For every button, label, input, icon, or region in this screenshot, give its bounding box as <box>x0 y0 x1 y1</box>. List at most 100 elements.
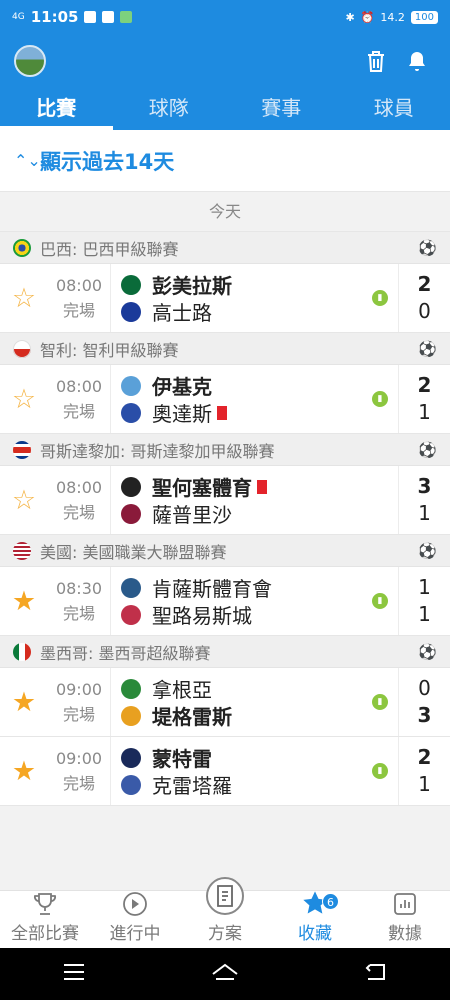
away-score: 1 <box>418 602 431 626</box>
team-name: 肯薩斯體育會 <box>152 577 272 601</box>
stats-icon[interactable]: ▮ <box>372 391 388 407</box>
menu-icon[interactable] <box>62 963 86 985</box>
home-score: 0 <box>418 676 431 700</box>
tab-competitions[interactable]: 賽事 <box>225 90 338 130</box>
match-row[interactable]: ★ 08:30 完場 肯薩斯體育會 聖路易斯城 ▮ 1 1 <box>0 567 450 636</box>
date-header: 今天 <box>0 192 450 232</box>
tab-matches[interactable]: 比賽 <box>0 90 113 130</box>
match-list: 今天 巴西: 巴西甲級聯賽 ⚽ ☆ 08:00 完場 彭美拉斯 高士路 ▮ 2 0 智利: 智利甲級… <box>0 192 450 806</box>
kickoff-time: 08:00 <box>55 276 103 295</box>
home-score: 2 <box>417 373 432 397</box>
stats-icon[interactable]: ▮ <box>372 593 388 609</box>
usa-flag-icon <box>13 541 31 560</box>
favorites-count-badge: 6 <box>322 893 339 910</box>
favorite-star-icon[interactable]: ☆ <box>0 365 48 433</box>
soccer-ball-icon[interactable]: ⚽ <box>418 441 437 459</box>
match-row[interactable]: ★ 09:00 完場 蒙特雷 克雷塔羅 ▮ 2 1 <box>0 737 450 806</box>
home-icon[interactable] <box>210 962 240 986</box>
away-score: 1 <box>418 772 431 796</box>
away-team: 堤格雷斯 <box>121 702 398 729</box>
home-score: 2 <box>417 272 432 296</box>
score-block: 20 <box>398 264 450 332</box>
team-name: 薩普里沙 <box>152 503 232 527</box>
league-header[interactable]: 墨西哥: 墨西哥超級聯賽 ⚽ <box>0 636 450 668</box>
score-block: 03 <box>398 668 450 736</box>
favorite-star-icon[interactable]: ☆ <box>0 264 48 332</box>
team-name: 拿根亞 <box>152 678 212 702</box>
away-team: 奧達斯 <box>121 399 398 426</box>
league-header[interactable]: 巴西: 巴西甲級聯賽 ⚽ <box>0 232 450 264</box>
nav-label: 方案 <box>208 924 242 944</box>
teams-block: 聖何塞體育薩普里沙 <box>111 466 398 534</box>
league-name: 哥斯達黎加: 哥斯達黎加甲級聯賽 <box>40 441 275 461</box>
team-name: 蒙特雷 <box>152 747 212 771</box>
mexico-flag-icon <box>13 642 31 661</box>
teams-block: 彭美拉斯 高士路 <box>111 264 398 332</box>
teams-block: 伊基克 奧達斯 <box>111 365 398 433</box>
status-bar: 4G 11:05 ✱ ⏰ 14.2 100 <box>0 0 450 34</box>
team-name: 彭美拉斯 <box>152 274 232 298</box>
match-time-block: 08:00 完場 <box>48 365 111 433</box>
nav-plans[interactable]: 方案 <box>180 877 270 948</box>
away-team: 聖路易斯城 <box>121 601 398 628</box>
team-logo-icon <box>121 604 141 625</box>
match-time-block: 09:00 完場 <box>48 737 111 805</box>
match-row[interactable]: ★ 09:00 完場 拿根亞 堤格雷斯 ▮ 0 3 <box>0 668 450 737</box>
team-logo-icon <box>121 402 141 423</box>
favorite-star-icon[interactable]: ★ <box>0 567 48 635</box>
avatar[interactable] <box>14 45 46 77</box>
tab-players[interactable]: 球員 <box>338 90 450 130</box>
trash-icon[interactable] <box>361 46 391 76</box>
kickoff-time: 08:30 <box>55 579 103 598</box>
league-header[interactable]: 哥斯達黎加: 哥斯達黎加甲級聯賽 ⚽ <box>0 434 450 466</box>
away-score: 0 <box>418 299 431 323</box>
match-time-block: 08:00 完場 <box>48 466 111 534</box>
nav-all-matches[interactable]: 全部比賽 <box>0 891 90 948</box>
team-logo-icon <box>121 301 141 322</box>
match-status: 完場 <box>62 402 95 421</box>
favorite-star-icon[interactable]: ☆ <box>0 466 48 534</box>
home-score: 1 <box>418 575 431 599</box>
soccer-ball-icon[interactable]: ⚽ <box>418 643 437 661</box>
team-logo-icon <box>121 577 141 598</box>
main-tabs: 比賽 球隊 賽事 球員 <box>0 90 450 130</box>
soccer-ball-icon[interactable]: ⚽ <box>418 239 437 257</box>
team-logo-icon <box>121 503 141 524</box>
match-row[interactable]: ☆ 08:00 完場 聖何塞體育 薩普里沙 3 1 <box>0 466 450 535</box>
nav-label: 收藏 <box>298 924 332 944</box>
league-name: 墨西哥: 墨西哥超級聯賽 <box>40 643 211 663</box>
notification-icon <box>84 11 97 23</box>
kickoff-time: 08:00 <box>55 377 103 396</box>
nav-stats[interactable]: 數據 <box>360 891 450 948</box>
soccer-ball-icon[interactable]: ⚽ <box>418 340 437 358</box>
stats-icon[interactable]: ▮ <box>372 763 388 779</box>
date-range-filter[interactable]: ⌃⌄ 顯示過去14天 <box>0 130 450 192</box>
teams-block: 蒙特雷 克雷塔羅 <box>111 737 398 805</box>
stats-icon[interactable]: ▮ <box>372 290 388 306</box>
team-logo-icon <box>121 774 141 795</box>
league-header[interactable]: 智利: 智利甲級聯賽 ⚽ <box>0 333 450 365</box>
home-team: 蒙特雷 <box>121 744 398 771</box>
match-row[interactable]: ☆ 08:00 完場 彭美拉斯 高士路 ▮ 2 0 <box>0 264 450 333</box>
home-team: 伊基克 <box>121 372 398 399</box>
team-logo-icon <box>121 476 141 497</box>
bell-icon[interactable] <box>402 46 432 76</box>
tab-teams[interactable]: 球隊 <box>113 90 226 130</box>
favorite-star-icon[interactable]: ★ <box>0 737 48 805</box>
match-time-block: 09:00 完場 <box>48 668 111 736</box>
match-row[interactable]: ☆ 08:00 完場 伊基克 奧達斯 ▮ 2 1 <box>0 365 450 434</box>
clock: 11:05 <box>30 8 79 26</box>
home-team: 聖何塞體育 <box>121 473 398 500</box>
soccer-ball-icon[interactable]: ⚽ <box>418 542 437 560</box>
stats-icon[interactable]: ▮ <box>372 694 388 710</box>
match-status: 完場 <box>62 705 95 724</box>
teams-block: 肯薩斯體育會 聖路易斯城 <box>111 567 398 635</box>
favorite-star-icon[interactable]: ★ <box>0 668 48 736</box>
nav-favorites[interactable]: 6 收藏 <box>270 891 360 948</box>
nav-label: 數據 <box>388 924 422 944</box>
league-header[interactable]: 美國: 美國職業大聯盟聯賽 ⚽ <box>0 535 450 567</box>
back-icon[interactable] <box>364 962 388 986</box>
home-score: 3 <box>417 474 432 498</box>
score-block: 21 <box>398 737 450 805</box>
nav-in-progress[interactable]: 進行中 <box>90 891 180 948</box>
